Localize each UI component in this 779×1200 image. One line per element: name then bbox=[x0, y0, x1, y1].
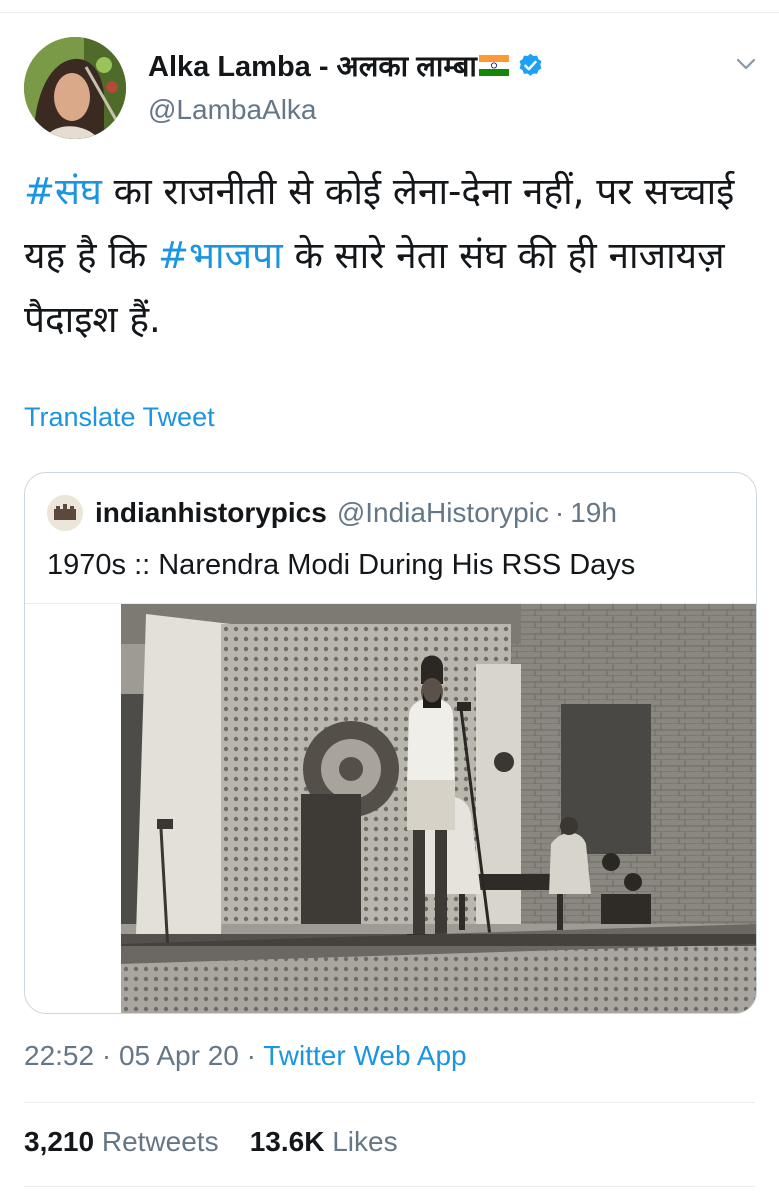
tweet-text: #संघ का राजनीती से कोई लेना-देना नहीं, प… bbox=[24, 160, 764, 352]
hashtag-link[interactable]: #संघ bbox=[24, 170, 102, 213]
likes-stat[interactable]: 13.6K Likes bbox=[250, 1126, 398, 1157]
likes-count: 13.6K bbox=[249, 1126, 325, 1157]
quoted-tweet-photo[interactable] bbox=[121, 604, 756, 1013]
translate-tweet-link[interactable]: Translate Tweet bbox=[24, 402, 215, 433]
quoted-author-name: indianhistorypics bbox=[95, 497, 327, 528]
author-display-name[interactable]: Alka Lamba - अलका लाम्बा bbox=[148, 46, 477, 85]
retweets-stat[interactable]: 3,210 Retweets bbox=[24, 1126, 219, 1157]
quoted-author-avatar bbox=[47, 495, 83, 531]
separator-dot: · bbox=[246, 1040, 256, 1071]
quoted-tweet-time: 19h bbox=[570, 497, 617, 528]
hashtag-link[interactable]: #भाजपा bbox=[158, 234, 283, 277]
tweet-time[interactable]: 22:52 bbox=[24, 1040, 94, 1071]
likes-label: Likes bbox=[332, 1126, 398, 1157]
stats-bottom-divider bbox=[24, 1186, 755, 1187]
chevron-down-icon[interactable] bbox=[734, 52, 758, 76]
tweet-meta: 22:52 · 05 Apr 20 · Twitter Web App bbox=[24, 1040, 467, 1072]
author-handle[interactable]: @LambaAlka bbox=[148, 94, 317, 126]
retweets-label: Retweets bbox=[101, 1126, 219, 1157]
quoted-author-handle: @IndiaHistorypic bbox=[336, 497, 549, 528]
separator-dot: · bbox=[101, 1040, 112, 1071]
tweet-date[interactable]: 05 Apr 20 bbox=[119, 1040, 239, 1071]
author-avatar[interactable] bbox=[24, 37, 126, 139]
author-name-row: Alka Lamba - अलका लाम्बा bbox=[148, 45, 544, 85]
quoted-tweet-card[interactable]: indianhistorypics @IndiaHistorypic · 19h… bbox=[24, 472, 757, 1014]
source-app-link[interactable]: Twitter Web App bbox=[263, 1040, 466, 1071]
quoted-tweet-header: indianhistorypics @IndiaHistorypic · 19h bbox=[47, 495, 617, 531]
top-divider bbox=[0, 12, 779, 13]
stats-top-divider bbox=[24, 1102, 755, 1103]
retweets-count: 3,210 bbox=[24, 1126, 95, 1157]
separator-dot: · bbox=[554, 497, 565, 528]
india-flag-icon bbox=[478, 54, 509, 76]
verified-badge-icon bbox=[517, 52, 544, 79]
tweet-stats: 3,210 Retweets 13.6K Likes bbox=[24, 1126, 398, 1158]
quoted-tweet-text: 1970s :: Narendra Modi During His RSS Da… bbox=[47, 549, 636, 581]
